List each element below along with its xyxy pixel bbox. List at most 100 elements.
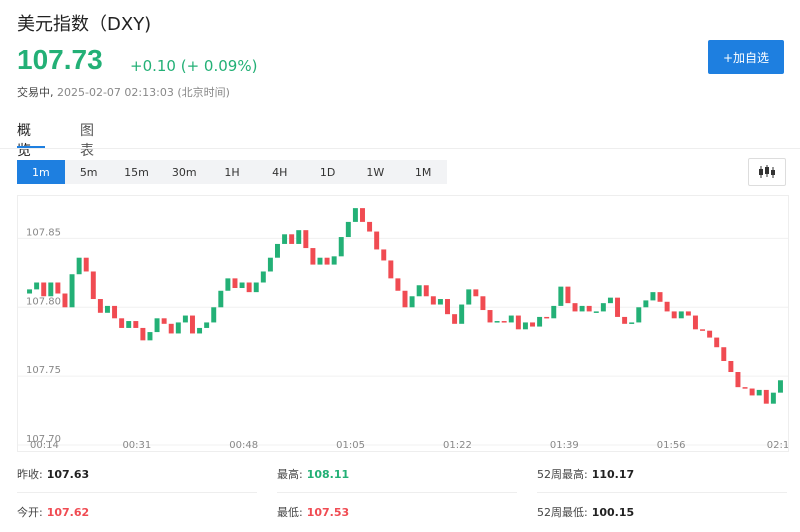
divider xyxy=(17,492,257,493)
candle xyxy=(615,297,621,317)
current-price: 107.73 xyxy=(17,44,103,75)
candle xyxy=(204,322,210,328)
interval-5m-button[interactable]: 5m xyxy=(65,160,113,184)
candle xyxy=(494,321,500,323)
candle xyxy=(119,318,125,328)
candle xyxy=(643,300,649,308)
candle xyxy=(565,286,571,304)
stat-value: 100.15 xyxy=(591,506,635,519)
stat-label: 52周最低: xyxy=(537,506,588,519)
candle xyxy=(338,237,344,257)
candle xyxy=(197,327,203,334)
x-tick-label: 00:31 xyxy=(122,440,151,451)
candle xyxy=(445,299,450,315)
tab-overview[interactable]: 概览 xyxy=(17,120,31,160)
candle xyxy=(629,322,635,324)
stat-prev-close: 昨收: 107.63 xyxy=(17,466,89,482)
candle xyxy=(544,316,550,319)
interval-30m-button[interactable]: 30m xyxy=(160,160,208,184)
interval-1w-button[interactable]: 1W xyxy=(351,160,399,184)
interval-1h-button[interactable]: 1H xyxy=(208,160,256,184)
candle xyxy=(473,289,479,297)
candle xyxy=(317,257,323,265)
candle xyxy=(331,256,337,265)
stat-label: 今开: xyxy=(17,506,43,519)
candle xyxy=(225,278,231,291)
candle xyxy=(636,307,642,323)
candle xyxy=(558,286,564,306)
interval-1d-button[interactable]: 1D xyxy=(304,160,352,184)
y-tick-label: 107.75 xyxy=(26,365,61,376)
candle xyxy=(27,289,33,294)
candle xyxy=(289,234,295,244)
candle xyxy=(770,392,776,404)
candle xyxy=(218,290,224,308)
interval-4h-button[interactable]: 4H xyxy=(256,160,304,184)
status-label: 交易中, xyxy=(17,86,54,99)
candle xyxy=(721,347,727,361)
stat-value: 107.53 xyxy=(306,506,350,519)
candle xyxy=(296,230,302,244)
candle xyxy=(211,307,217,323)
x-tick-label: 01:56 xyxy=(657,440,686,451)
candle xyxy=(593,311,599,313)
candle xyxy=(260,271,266,283)
candle xyxy=(83,257,89,272)
candle xyxy=(189,315,195,334)
candle xyxy=(104,305,110,313)
x-tick-label: 00:14 xyxy=(30,440,59,451)
candle xyxy=(742,387,748,389)
candle xyxy=(707,330,713,338)
candle xyxy=(409,296,415,308)
x-tick-label: 02:1 xyxy=(767,440,788,451)
candle xyxy=(685,311,691,316)
interval-1mo-button[interactable]: 1M xyxy=(399,160,447,184)
stat-high: 最高: 108.11 xyxy=(277,466,349,482)
candle xyxy=(381,249,387,261)
x-tick-label: 01:05 xyxy=(336,440,365,451)
candle xyxy=(756,389,762,396)
candle xyxy=(239,282,245,289)
candle xyxy=(664,301,670,312)
interval-1m-button[interactable]: 1m xyxy=(17,160,65,184)
x-tick-label: 01:22 xyxy=(443,440,472,451)
stat-value: 108.11 xyxy=(306,468,350,481)
chart-type-button[interactable] xyxy=(748,158,786,186)
candle xyxy=(530,322,535,327)
tab-chart[interactable]: 图表 xyxy=(80,120,94,160)
candle xyxy=(182,315,188,323)
add-to-watchlist-button[interactable]: +加自选 xyxy=(708,40,784,74)
candle xyxy=(459,304,465,324)
stat-label: 52周最高: xyxy=(537,468,588,481)
candle xyxy=(253,282,259,293)
candle xyxy=(551,305,557,319)
candle xyxy=(282,234,288,244)
interval-15m-button[interactable]: 15m xyxy=(113,160,161,184)
stat-low: 最低: 107.53 xyxy=(277,504,349,520)
candle xyxy=(310,248,316,265)
candle xyxy=(154,318,160,333)
stat-label: 最低: xyxy=(277,506,303,519)
candle xyxy=(367,221,373,232)
candle xyxy=(700,329,706,331)
candle xyxy=(522,322,528,330)
candle xyxy=(275,243,280,258)
candle xyxy=(537,316,543,327)
price-chart[interactable]: 107.85 107.80 107.75 107.70 00:14 00:31 00:48 0… xyxy=(17,195,789,452)
status-time: 2025-02-07 02:13:03 (北京时间) xyxy=(57,86,230,99)
price-change: +0.10 (+ 0.09%) xyxy=(130,57,258,75)
candle xyxy=(678,311,684,319)
candle xyxy=(416,285,422,297)
candle xyxy=(388,260,394,279)
candle xyxy=(69,274,75,308)
candle xyxy=(161,318,167,324)
candle xyxy=(48,282,54,297)
divider xyxy=(277,492,517,493)
candle xyxy=(501,321,507,323)
candle xyxy=(671,311,677,319)
stat-52w-high: 52周最高: 110.17 xyxy=(537,466,634,482)
page-title: 美元指数（DXY) xyxy=(17,14,152,35)
candle xyxy=(622,316,628,324)
interval-selector: 1m 5m 15m 30m 1H 4H 1D 1W 1M xyxy=(17,160,447,184)
candle xyxy=(586,305,592,312)
